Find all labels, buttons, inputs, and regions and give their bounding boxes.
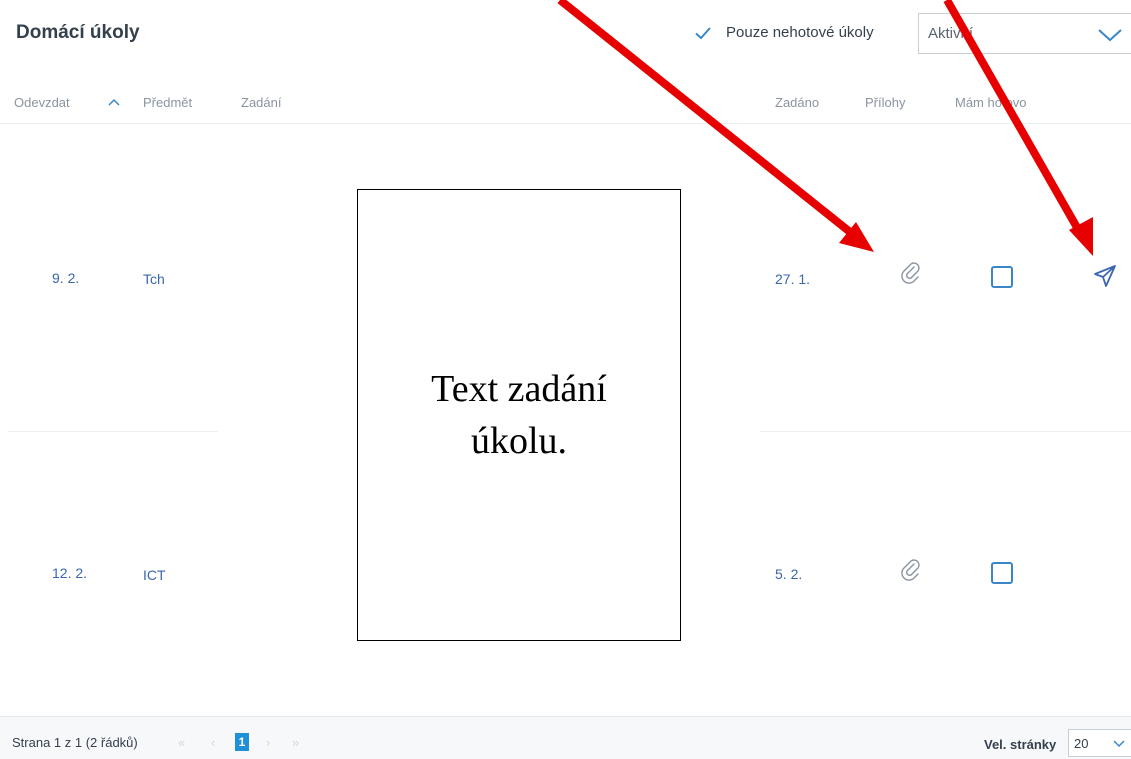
row-assigned-date: 5. 2.	[775, 566, 803, 582]
row-subject[interactable]: ICT	[143, 567, 166, 583]
chevron-down-icon[interactable]	[1113, 738, 1125, 748]
column-header-attachments: Přílohy	[865, 95, 906, 110]
done-checkbox[interactable]	[991, 266, 1013, 288]
pagination-bar	[0, 716, 1131, 759]
sort-up-icon[interactable]	[107, 97, 121, 107]
header-divider	[0, 123, 1131, 124]
page-info: Strana 1 z 1 (2 řádků)	[12, 735, 138, 750]
column-header-subject[interactable]: Předmět	[143, 95, 192, 110]
column-header-assigned[interactable]: Zadáno	[775, 95, 819, 110]
check-icon[interactable]	[694, 24, 712, 42]
paperclip-icon[interactable]	[900, 262, 922, 284]
column-header-assignment[interactable]: Zadání	[241, 95, 281, 110]
row-due-date: 12. 2.	[52, 565, 88, 581]
current-page-button[interactable]: 1	[235, 733, 249, 751]
done-checkbox[interactable]	[991, 562, 1013, 584]
row-subject[interactable]: Tch	[143, 271, 165, 287]
page-size-label: Vel. stránky	[984, 737, 1057, 752]
prev-page-button[interactable]: ‹	[211, 735, 215, 750]
row-divider	[760, 431, 1131, 432]
chevron-down-icon[interactable]	[1097, 27, 1123, 43]
row-due-date: 9. 2.	[52, 270, 80, 286]
first-page-button[interactable]: «	[178, 735, 185, 750]
assignment-text: Text zadání úkolu.	[431, 368, 607, 462]
filter-unfinished-label[interactable]: Pouze nehotové úkoly	[726, 24, 874, 41]
page-title: Domácí úkoly	[16, 22, 140, 43]
status-select-value: Aktivní	[928, 25, 974, 42]
next-page-button[interactable]: ›	[266, 735, 270, 750]
row-assigned-date: 27. 1.	[775, 271, 811, 287]
assignment-text-box: Text zadání úkolu.	[357, 189, 681, 641]
paperclip-icon[interactable]	[900, 559, 922, 581]
column-header-due[interactable]: Odevzdat	[14, 95, 70, 110]
send-icon[interactable]	[1092, 263, 1118, 289]
last-page-button[interactable]: »	[292, 735, 299, 750]
row-divider	[8, 431, 218, 432]
column-header-done: Mám hotovo	[955, 95, 1027, 110]
page-size-value: 20	[1074, 736, 1089, 751]
